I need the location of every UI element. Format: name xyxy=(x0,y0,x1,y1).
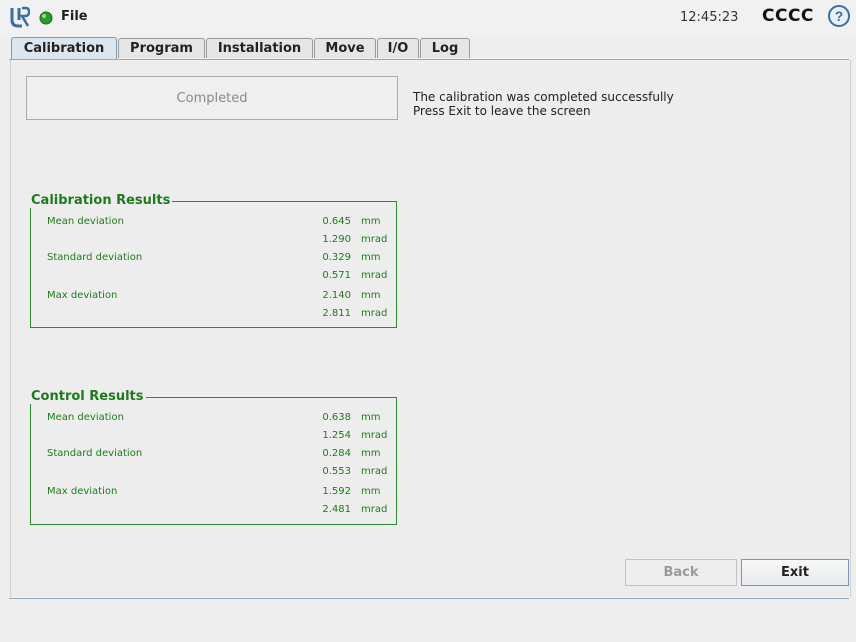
calibration-results-group: Calibration Results Mean deviation 0.645… xyxy=(29,193,397,328)
result-value: 0.645 xyxy=(322,216,351,227)
result-value: 0.553 xyxy=(322,466,351,477)
result-label: Max deviation xyxy=(47,486,118,497)
status-message: The calibration was completed successful… xyxy=(413,90,674,118)
result-unit: mm xyxy=(361,412,381,423)
tab-io[interactable]: I/O xyxy=(377,38,419,58)
result-unit: mrad xyxy=(361,234,388,245)
control-results-group: Control Results Mean deviation 0.638 mm … xyxy=(29,389,397,525)
file-menu[interactable]: File xyxy=(61,9,88,24)
result-label: Mean deviation xyxy=(47,216,124,227)
result-unit: mrad xyxy=(361,430,388,441)
result-row: Standard deviation 0.284 mm xyxy=(31,448,396,464)
robot-name: CCCC xyxy=(762,6,814,26)
tab-move[interactable]: Move xyxy=(314,38,376,58)
result-unit: mm xyxy=(361,486,381,497)
tab-program[interactable]: Program xyxy=(118,38,205,58)
result-unit: mm xyxy=(361,252,381,263)
tab-bar: Calibration Program Installation Move I/… xyxy=(0,37,856,60)
result-value: 1.592 xyxy=(322,486,351,497)
result-value: 0.638 xyxy=(322,412,351,423)
result-unit: mm xyxy=(361,290,381,301)
result-unit: mrad xyxy=(361,270,388,281)
result-unit: mrad xyxy=(361,504,388,515)
result-row: Max deviation 2.140 mm xyxy=(31,290,396,306)
back-button[interactable]: Back xyxy=(625,559,737,586)
svg-text:?: ? xyxy=(835,8,844,24)
status-message-line-1: The calibration was completed successful… xyxy=(413,90,674,104)
result-row: 2.811 mrad xyxy=(31,308,396,324)
result-label: Max deviation xyxy=(47,290,118,301)
status-message-line-2: Press Exit to leave the screen xyxy=(413,104,591,118)
result-row: 1.254 mrad xyxy=(31,430,396,446)
status-box: Completed xyxy=(26,76,398,120)
result-label: Mean deviation xyxy=(47,412,124,423)
result-value: 0.284 xyxy=(322,448,351,459)
tab-installation[interactable]: Installation xyxy=(206,38,313,58)
result-label: Standard deviation xyxy=(47,448,143,459)
clock: 12:45:23 xyxy=(680,10,739,25)
result-value: 1.254 xyxy=(322,430,351,441)
result-value: 1.290 xyxy=(322,234,351,245)
result-value: 2.811 xyxy=(322,308,351,319)
robot-status-icon[interactable] xyxy=(39,11,53,25)
tab-calibration[interactable]: Calibration xyxy=(11,37,117,59)
result-unit: mrad xyxy=(361,308,388,319)
result-row: Standard deviation 0.329 mm xyxy=(31,252,396,268)
tab-log[interactable]: Log xyxy=(420,38,470,58)
exit-button[interactable]: Exit xyxy=(741,559,849,586)
result-row: 1.290 mrad xyxy=(31,234,396,250)
result-row: 2.481 mrad xyxy=(31,504,396,520)
help-icon[interactable]: ? xyxy=(828,5,850,27)
control-results-title: Control Results xyxy=(29,389,146,404)
result-unit: mm xyxy=(361,448,381,459)
result-label: Standard deviation xyxy=(47,252,143,263)
result-unit: mm xyxy=(361,216,381,227)
result-value: 2.140 xyxy=(322,290,351,301)
bottom-divider xyxy=(9,598,849,599)
result-value: 0.329 xyxy=(322,252,351,263)
result-row: Mean deviation 0.638 mm xyxy=(31,412,396,428)
calibration-results-title: Calibration Results xyxy=(29,193,173,208)
result-row: 0.571 mrad xyxy=(31,270,396,286)
result-value: 0.571 xyxy=(322,270,351,281)
result-unit: mrad xyxy=(361,466,388,477)
result-row: Mean deviation 0.645 mm xyxy=(31,216,396,232)
top-bar: File 12:45:23 CCCC ? xyxy=(0,0,856,36)
result-row: 0.553 mrad xyxy=(31,466,396,482)
result-row: Max deviation 1.592 mm xyxy=(31,486,396,502)
ur-logo-icon xyxy=(10,6,30,28)
result-value: 2.481 xyxy=(322,504,351,515)
